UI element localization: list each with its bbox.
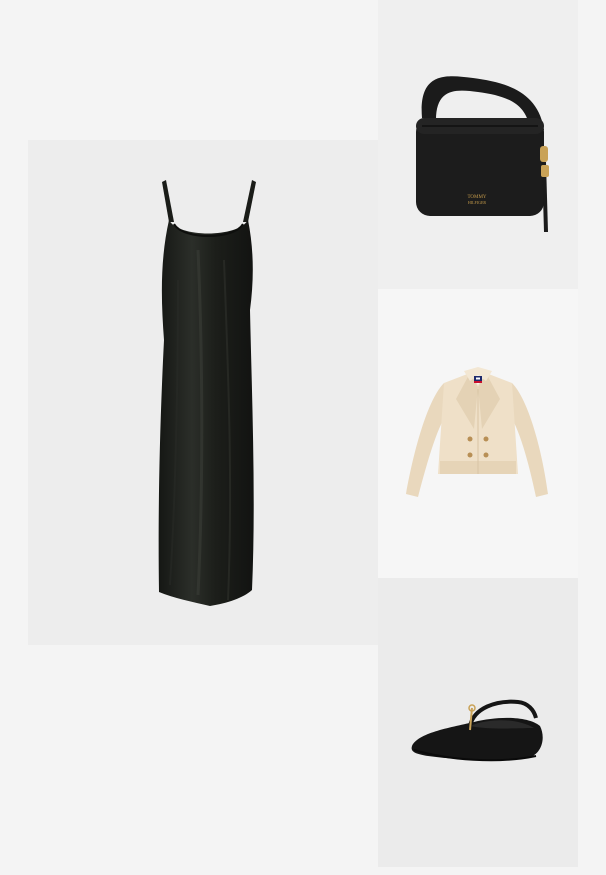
product-tile-bag[interactable]: TOMMY HILFIGER	[378, 0, 578, 289]
ballet-flat-image	[411, 699, 543, 762]
bag-logo-line-2: HILFIGER	[468, 200, 487, 205]
cropped-trench-jacket-image	[406, 367, 548, 497]
product-tile-jacket[interactable]	[378, 289, 578, 578]
product-tile-dress[interactable]	[28, 140, 378, 645]
handbag-image: TOMMY HILFIGER	[416, 76, 549, 233]
slip-dress-image	[158, 180, 256, 606]
product-tile-shoe[interactable]	[378, 578, 578, 867]
